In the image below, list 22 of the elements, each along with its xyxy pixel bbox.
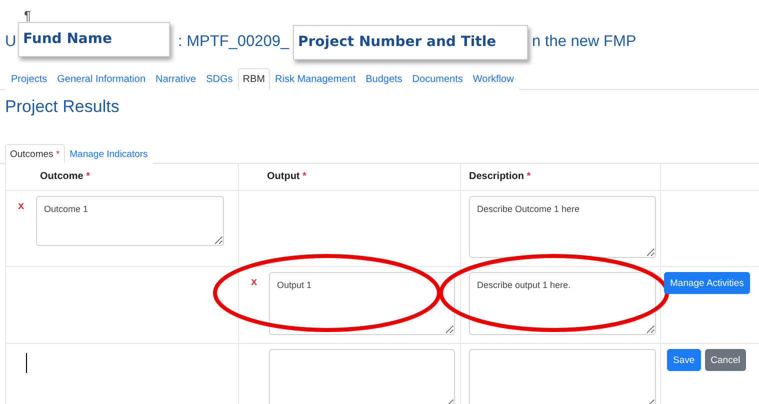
cancel-button[interactable]: Cancel (704, 349, 746, 371)
description-field[interactable]: Describe output 1 here. (469, 272, 656, 335)
page-title: : MPTF_00209_ (178, 33, 290, 50)
column-header: Output * (267, 171, 308, 182)
callout-label: Fund Name (18, 22, 170, 57)
page-title: U (5, 33, 16, 50)
column-header: Description * (469, 171, 532, 182)
save-button[interactable]: Save (667, 349, 701, 371)
description-field[interactable]: Describe Outcome 1 here (469, 196, 656, 258)
sub-tab[interactable]: Outcomes * (5, 144, 65, 164)
output-field[interactable]: Output 1 (269, 272, 455, 335)
callout-label: Project Number and Title (293, 25, 528, 60)
nav-tab[interactable]: RBM (238, 68, 270, 90)
pilcrow-mark: ¶ (24, 8, 31, 23)
section-title: Project Results (4, 96, 120, 118)
description-field[interactable] (469, 349, 656, 404)
manage-activities-button[interactable]: Manage Activities (664, 272, 750, 294)
column-header: Outcome * (40, 171, 92, 182)
output-field[interactable] (269, 349, 455, 404)
outcome-field[interactable]: Outcome 1 (36, 196, 224, 246)
text-cursor (26, 353, 27, 373)
page-title: n the new FMP (532, 33, 636, 50)
